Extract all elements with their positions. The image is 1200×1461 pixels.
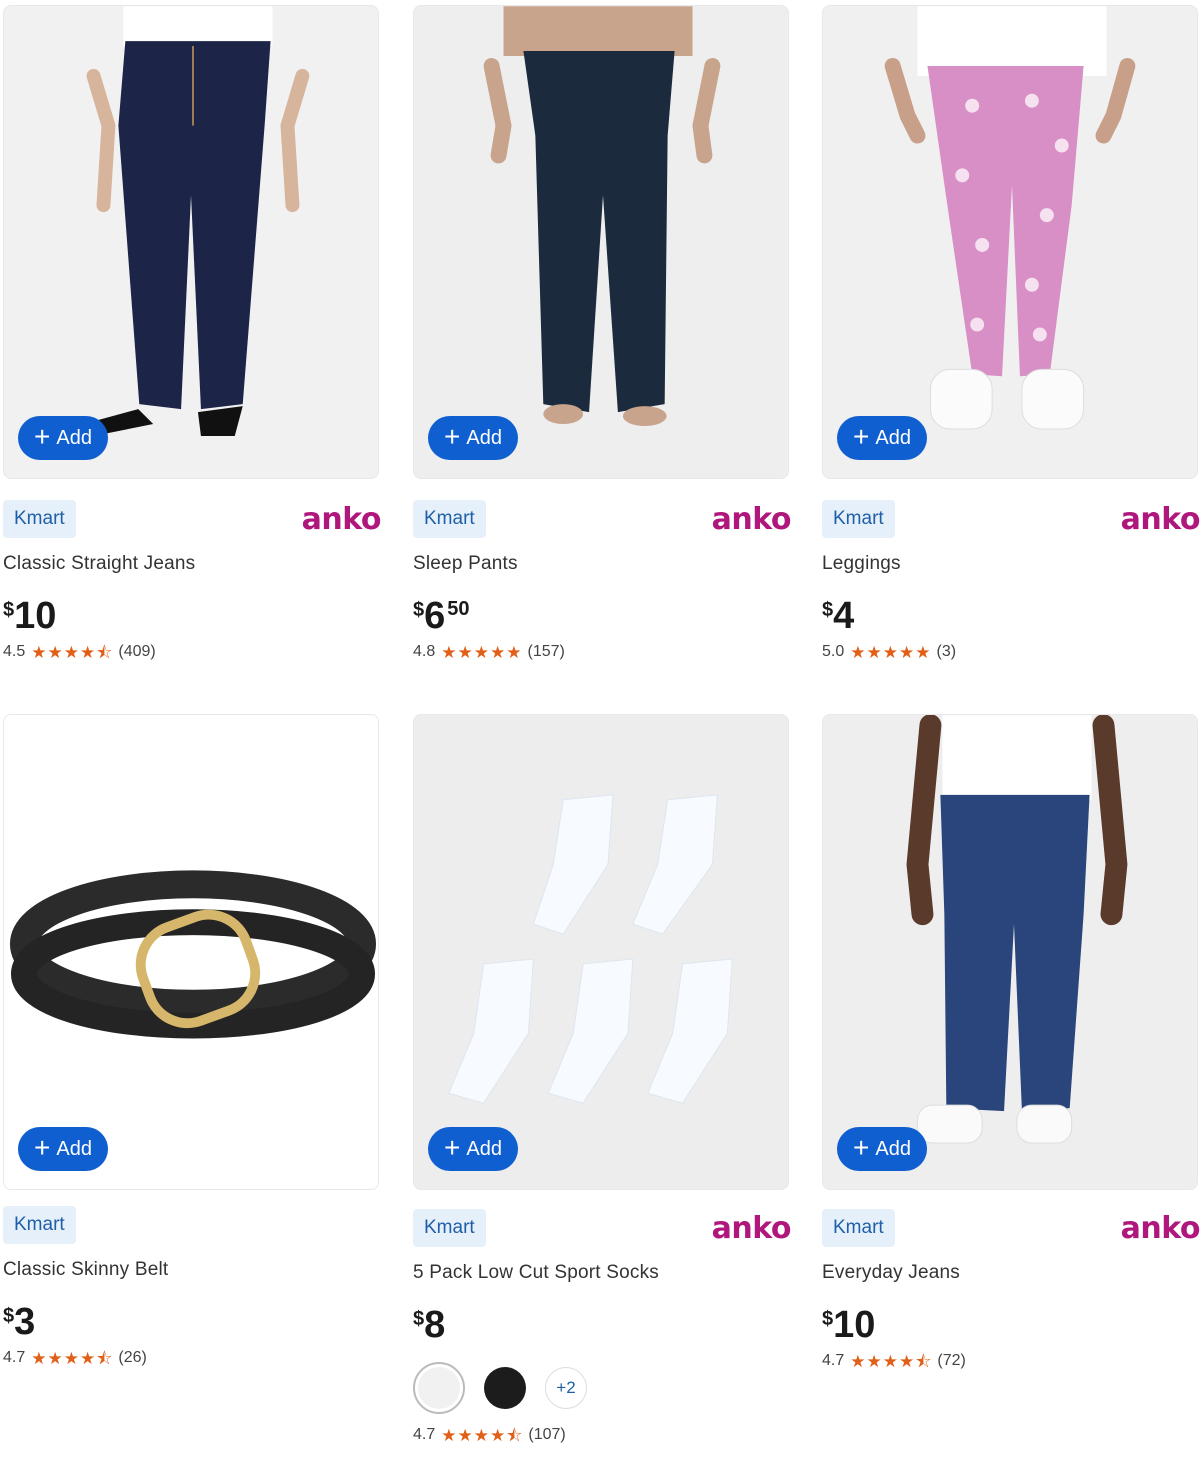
review-count[interactable]: (72) (937, 1352, 965, 1370)
product-rating: 4.7 ★ ★ ★ ★ ⯪ (72) (822, 1352, 1200, 1370)
mens-jeans-icon (823, 715, 1197, 1189)
star-rating-icon: ★ ★ ★ ★ ★ (850, 642, 931, 662)
add-button[interactable]: + Add (428, 1127, 518, 1171)
product-card[interactable]: + Add Kmart anko Sleep Pants $ 6 50 4.8 … (413, 5, 792, 661)
brand-logo[interactable]: anko (1121, 502, 1200, 537)
womens-jeans-image[interactable]: + Add (3, 5, 379, 479)
brand-logo[interactable]: anko (712, 502, 792, 537)
product-price: $ 10 (3, 595, 57, 637)
sleep-pants-icon (414, 6, 788, 478)
product-price: $ 3 (3, 1301, 36, 1343)
product-title[interactable]: Leggings (822, 553, 1200, 579)
review-count[interactable]: (26) (118, 1349, 146, 1367)
product-price: $ 6 50 (413, 595, 470, 637)
heart-leggings-icon (823, 6, 1197, 478)
product-card[interactable]: + Add Kmart anko Everyday Jeans $ 10 4.7… (822, 714, 1200, 1370)
plus-icon: + (444, 1131, 461, 1163)
belt-icon (4, 715, 378, 1189)
socks-image[interactable]: + Add (413, 714, 789, 1190)
review-count[interactable]: (157) (528, 643, 565, 661)
product-rating: 4.5 ★ ★ ★ ★ ⯪ (409) (3, 643, 381, 661)
more-swatches-button[interactable]: +2 (545, 1367, 587, 1409)
store-badge: Kmart (413, 1209, 486, 1247)
socks-icon (414, 715, 788, 1189)
plus-icon: + (34, 1131, 51, 1163)
product-title[interactable]: Classic Skinny Belt (3, 1259, 381, 1285)
product-title[interactable]: Sleep Pants (413, 553, 791, 579)
product-title[interactable]: 5 Pack Low Cut Sport Socks (413, 1262, 791, 1288)
review-count[interactable]: (3) (937, 643, 957, 661)
product-title[interactable]: Classic Straight Jeans (3, 553, 381, 579)
sleep-pants-image[interactable]: + Add (413, 5, 789, 479)
review-count[interactable]: (409) (118, 643, 155, 661)
rating-value: 5.0 (822, 643, 845, 660)
star-rating-icon: ★ ★ ★ ★ ★ (441, 642, 522, 662)
product-card[interactable]: + Add Kmart anko 5 Pack Low Cut Sport So… (413, 714, 792, 1444)
product-title[interactable]: Everyday Jeans (822, 1262, 1200, 1288)
color-swatches: +2 (413, 1362, 791, 1414)
belt-image[interactable]: + Add (3, 714, 379, 1190)
plus-icon: + (444, 420, 461, 452)
rating-value: 4.5 (3, 643, 26, 660)
star-rating-icon: ★ ★ ★ ★ ⯪ (31, 1348, 113, 1368)
star-rating-icon: ★ ★ ★ ★ ⯪ (441, 1425, 523, 1445)
product-rating: 5.0 ★ ★ ★ ★ ★ (3) (822, 643, 1200, 661)
brand-logo[interactable]: anko (302, 502, 382, 537)
review-count[interactable]: (107) (528, 1426, 565, 1444)
rating-value: 4.7 (822, 1352, 845, 1369)
plus-icon: + (853, 1131, 870, 1163)
womens-jeans-icon (4, 6, 378, 478)
rating-value: 4.8 (413, 643, 436, 660)
heart-leggings-image[interactable]: + Add (822, 5, 1198, 479)
swatch-white[interactable] (413, 1362, 465, 1414)
product-price: $ 4 (822, 595, 855, 637)
add-button[interactable]: + Add (18, 1127, 108, 1171)
store-badge: Kmart (822, 500, 895, 538)
product-card[interactable]: + Add Kmart Classic Skinny Belt $ 3 4.7 … (3, 714, 381, 1367)
product-price: $ 10 (822, 1304, 876, 1346)
product-card[interactable]: + Add Kmart anko Leggings $ 4 5.0 ★ ★ ★ ★ ★ … (822, 5, 1200, 661)
rating-value: 4.7 (3, 1349, 26, 1366)
product-rating: 4.7 ★ ★ ★ ★ ⯪ (107) (413, 1426, 791, 1444)
star-rating-icon: ★ ★ ★ ★ ⯪ (850, 1351, 932, 1371)
store-badge: Kmart (413, 500, 486, 538)
store-badge: Kmart (3, 1206, 76, 1244)
brand-logo[interactable]: anko (712, 1211, 792, 1246)
store-badge: Kmart (822, 1209, 895, 1247)
product-rating: 4.7 ★ ★ ★ ★ ⯪ (26) (3, 1349, 381, 1367)
product-card[interactable]: + Add Kmart anko Classic Straight Jeans … (3, 5, 382, 661)
add-button[interactable]: + Add (428, 416, 518, 460)
star-rating-icon: ★ ★ ★ ★ ⯪ (31, 642, 113, 662)
mens-jeans-image[interactable]: + Add (822, 714, 1198, 1190)
plus-icon: + (853, 420, 870, 452)
rating-value: 4.7 (413, 1426, 436, 1443)
store-badge: Kmart (3, 500, 76, 538)
product-rating: 4.8 ★ ★ ★ ★ ★ (157) (413, 643, 791, 661)
swatch-black[interactable] (479, 1362, 531, 1414)
add-button[interactable]: + Add (837, 416, 927, 460)
add-button[interactable]: + Add (18, 416, 108, 460)
plus-icon: + (34, 420, 51, 452)
add-button[interactable]: + Add (837, 1127, 927, 1171)
brand-logo[interactable]: anko (1121, 1211, 1200, 1246)
product-price: $ 8 (413, 1304, 446, 1346)
